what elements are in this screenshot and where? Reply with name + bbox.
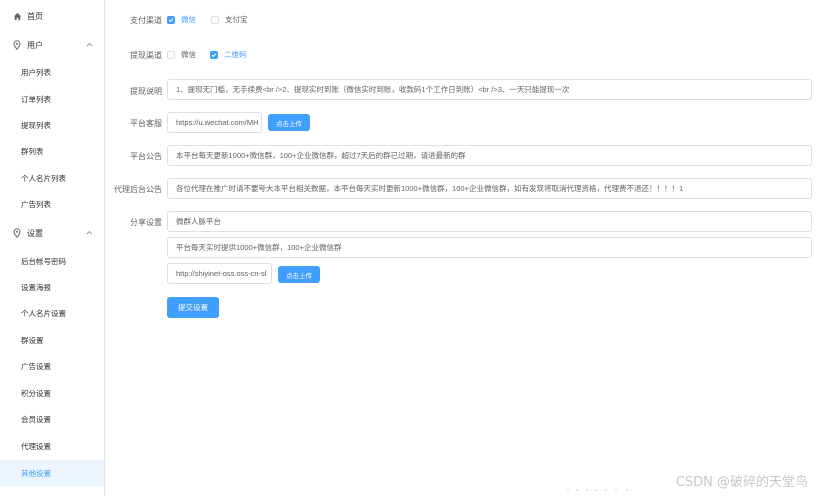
sidebar-item-label: 首页: [27, 11, 43, 21]
notice-label: 平台公告: [130, 152, 162, 161]
sidebar-item-label: 群设置: [21, 335, 44, 345]
withdraw-channel-label: 提现渠道: [130, 51, 162, 60]
service-url-input[interactable]: https://u.wechat.com/MH: [167, 112, 262, 133]
pay-wechat-checkbox[interactable]: 微信: [167, 14, 196, 25]
sidebar-item-poster[interactable]: 设置海报: [0, 274, 104, 300]
share-title-input[interactable]: 微群人脉平台: [167, 211, 812, 232]
sidebar-item-label: 个人名片列表: [21, 173, 66, 183]
chevron-up-icon: [86, 228, 93, 237]
checkbox-box: [167, 50, 175, 59]
sidebar-item-label: 设置海报: [21, 282, 51, 292]
check-icon: [168, 17, 174, 22]
sidebar-item-group-list[interactable]: 群列表: [0, 138, 104, 164]
checkbox-box: [211, 15, 219, 24]
chevron-up-icon: [86, 40, 93, 49]
sidebar-group-label: 设置: [27, 228, 43, 238]
sidebar-item-card-list[interactable]: 个人名片列表: [0, 165, 104, 191]
checkbox-label: 支付宝: [225, 15, 248, 24]
share-label: 分享设置: [130, 218, 162, 227]
home-icon: [12, 11, 22, 21]
sidebar-item-ad-list[interactable]: 广告列表: [0, 191, 104, 217]
sidebar-item-other-settings[interactable]: 其他设置: [0, 460, 104, 486]
sidebar-item-card-settings[interactable]: 个人名片设置: [0, 300, 104, 326]
decorative-dots: [567, 489, 628, 491]
share-desc-input[interactable]: 平台每天实时提供1000+微信群，100+企业微信群: [167, 237, 812, 258]
sidebar-item-label: 用户列表: [21, 67, 51, 77]
checkbox-label: 微信: [181, 50, 196, 59]
sidebar-item-withdraw-list[interactable]: 提现列表: [0, 112, 104, 138]
sidebar-group-user[interactable]: 用户: [0, 32, 104, 58]
withdraw-desc-input[interactable]: 1、提现无门槛，无手续费<br />2、提现实时到账（微信实时到账，收款码1个工…: [167, 79, 812, 100]
upload-share-image-button[interactable]: 点击上传: [278, 266, 320, 283]
sidebar-item-label: 积分设置: [21, 388, 51, 398]
sidebar-item-label: 会员设置: [21, 414, 51, 424]
agent-notice-label: 代理后台公告: [114, 185, 162, 194]
upload-button[interactable]: 点击上传: [268, 114, 310, 131]
sidebar-item-ad-settings[interactable]: 广告设置: [0, 353, 104, 379]
sidebar-item-agent-settings[interactable]: 代理设置: [0, 433, 104, 459]
sidebar-item-label: 订单列表: [21, 94, 51, 104]
location-icon: [12, 228, 22, 238]
sidebar-item-label: 广告设置: [21, 361, 51, 371]
pay-alipay-checkbox[interactable]: 支付宝: [211, 14, 248, 25]
sidebar-item-label: 后台帐号密码: [21, 256, 66, 266]
sidebar-item-order-list[interactable]: 订单列表: [0, 86, 104, 112]
checkbox-label: 微信: [181, 15, 196, 24]
sidebar-item-label: 其他设置: [21, 468, 51, 478]
sidebar-item-label: 代理设置: [21, 441, 51, 451]
location-icon: [12, 40, 22, 50]
sidebar-item-group-settings[interactable]: 群设置: [0, 327, 104, 353]
sidebar-item-label: 提现列表: [21, 120, 51, 130]
withdraw-qrcode-checkbox[interactable]: 二维码: [210, 49, 247, 60]
sidebar-item-home[interactable]: 首页: [0, 3, 104, 29]
agent-notice-input[interactable]: 各位代理在推广时请不要夸大本平台相关数据，本平台每天实时更新1000+微信群，1…: [167, 178, 812, 199]
checkbox-box: [210, 50, 218, 59]
sidebar-group-label: 用户: [27, 40, 43, 50]
withdraw-desc-label: 提现说明: [130, 87, 162, 96]
sidebar-item-label: 群列表: [21, 146, 44, 156]
sidebar-item-user-list[interactable]: 用户列表: [0, 59, 104, 85]
checkbox-box: [167, 15, 175, 24]
sidebar-item-label: 个人名片设置: [21, 308, 66, 318]
checkbox-label: 二维码: [224, 50, 247, 59]
service-label: 平台客服: [130, 119, 162, 128]
sidebar-item-member-settings[interactable]: 会员设置: [0, 406, 104, 432]
pay-channel-label: 支付渠道: [130, 16, 162, 25]
share-image-input[interactable]: http://shiyinet-oss.oss-cn-sl: [167, 263, 272, 284]
check-icon: [211, 52, 217, 57]
withdraw-wechat-checkbox[interactable]: 微信: [167, 49, 196, 60]
watermark: CSDN @破碎的天堂鸟: [675, 475, 808, 490]
sidebar-item-admin-password[interactable]: 后台帐号密码: [0, 248, 104, 274]
submit-button[interactable]: 提交设置: [167, 297, 219, 318]
sidebar-item-points-settings[interactable]: 积分设置: [0, 380, 104, 406]
notice-input[interactable]: 本平台每天更新1000+微信群，100+企业微信群，超过7天后的群已过期，请进最…: [167, 145, 812, 166]
sidebar: 首页 用户 用户列表 订单列表 提现列表 群列表 个人名片列表 广告列表 设置 …: [0, 0, 105, 496]
sidebar-group-settings[interactable]: 设置: [0, 220, 104, 246]
sidebar-item-label: 广告列表: [21, 199, 51, 209]
